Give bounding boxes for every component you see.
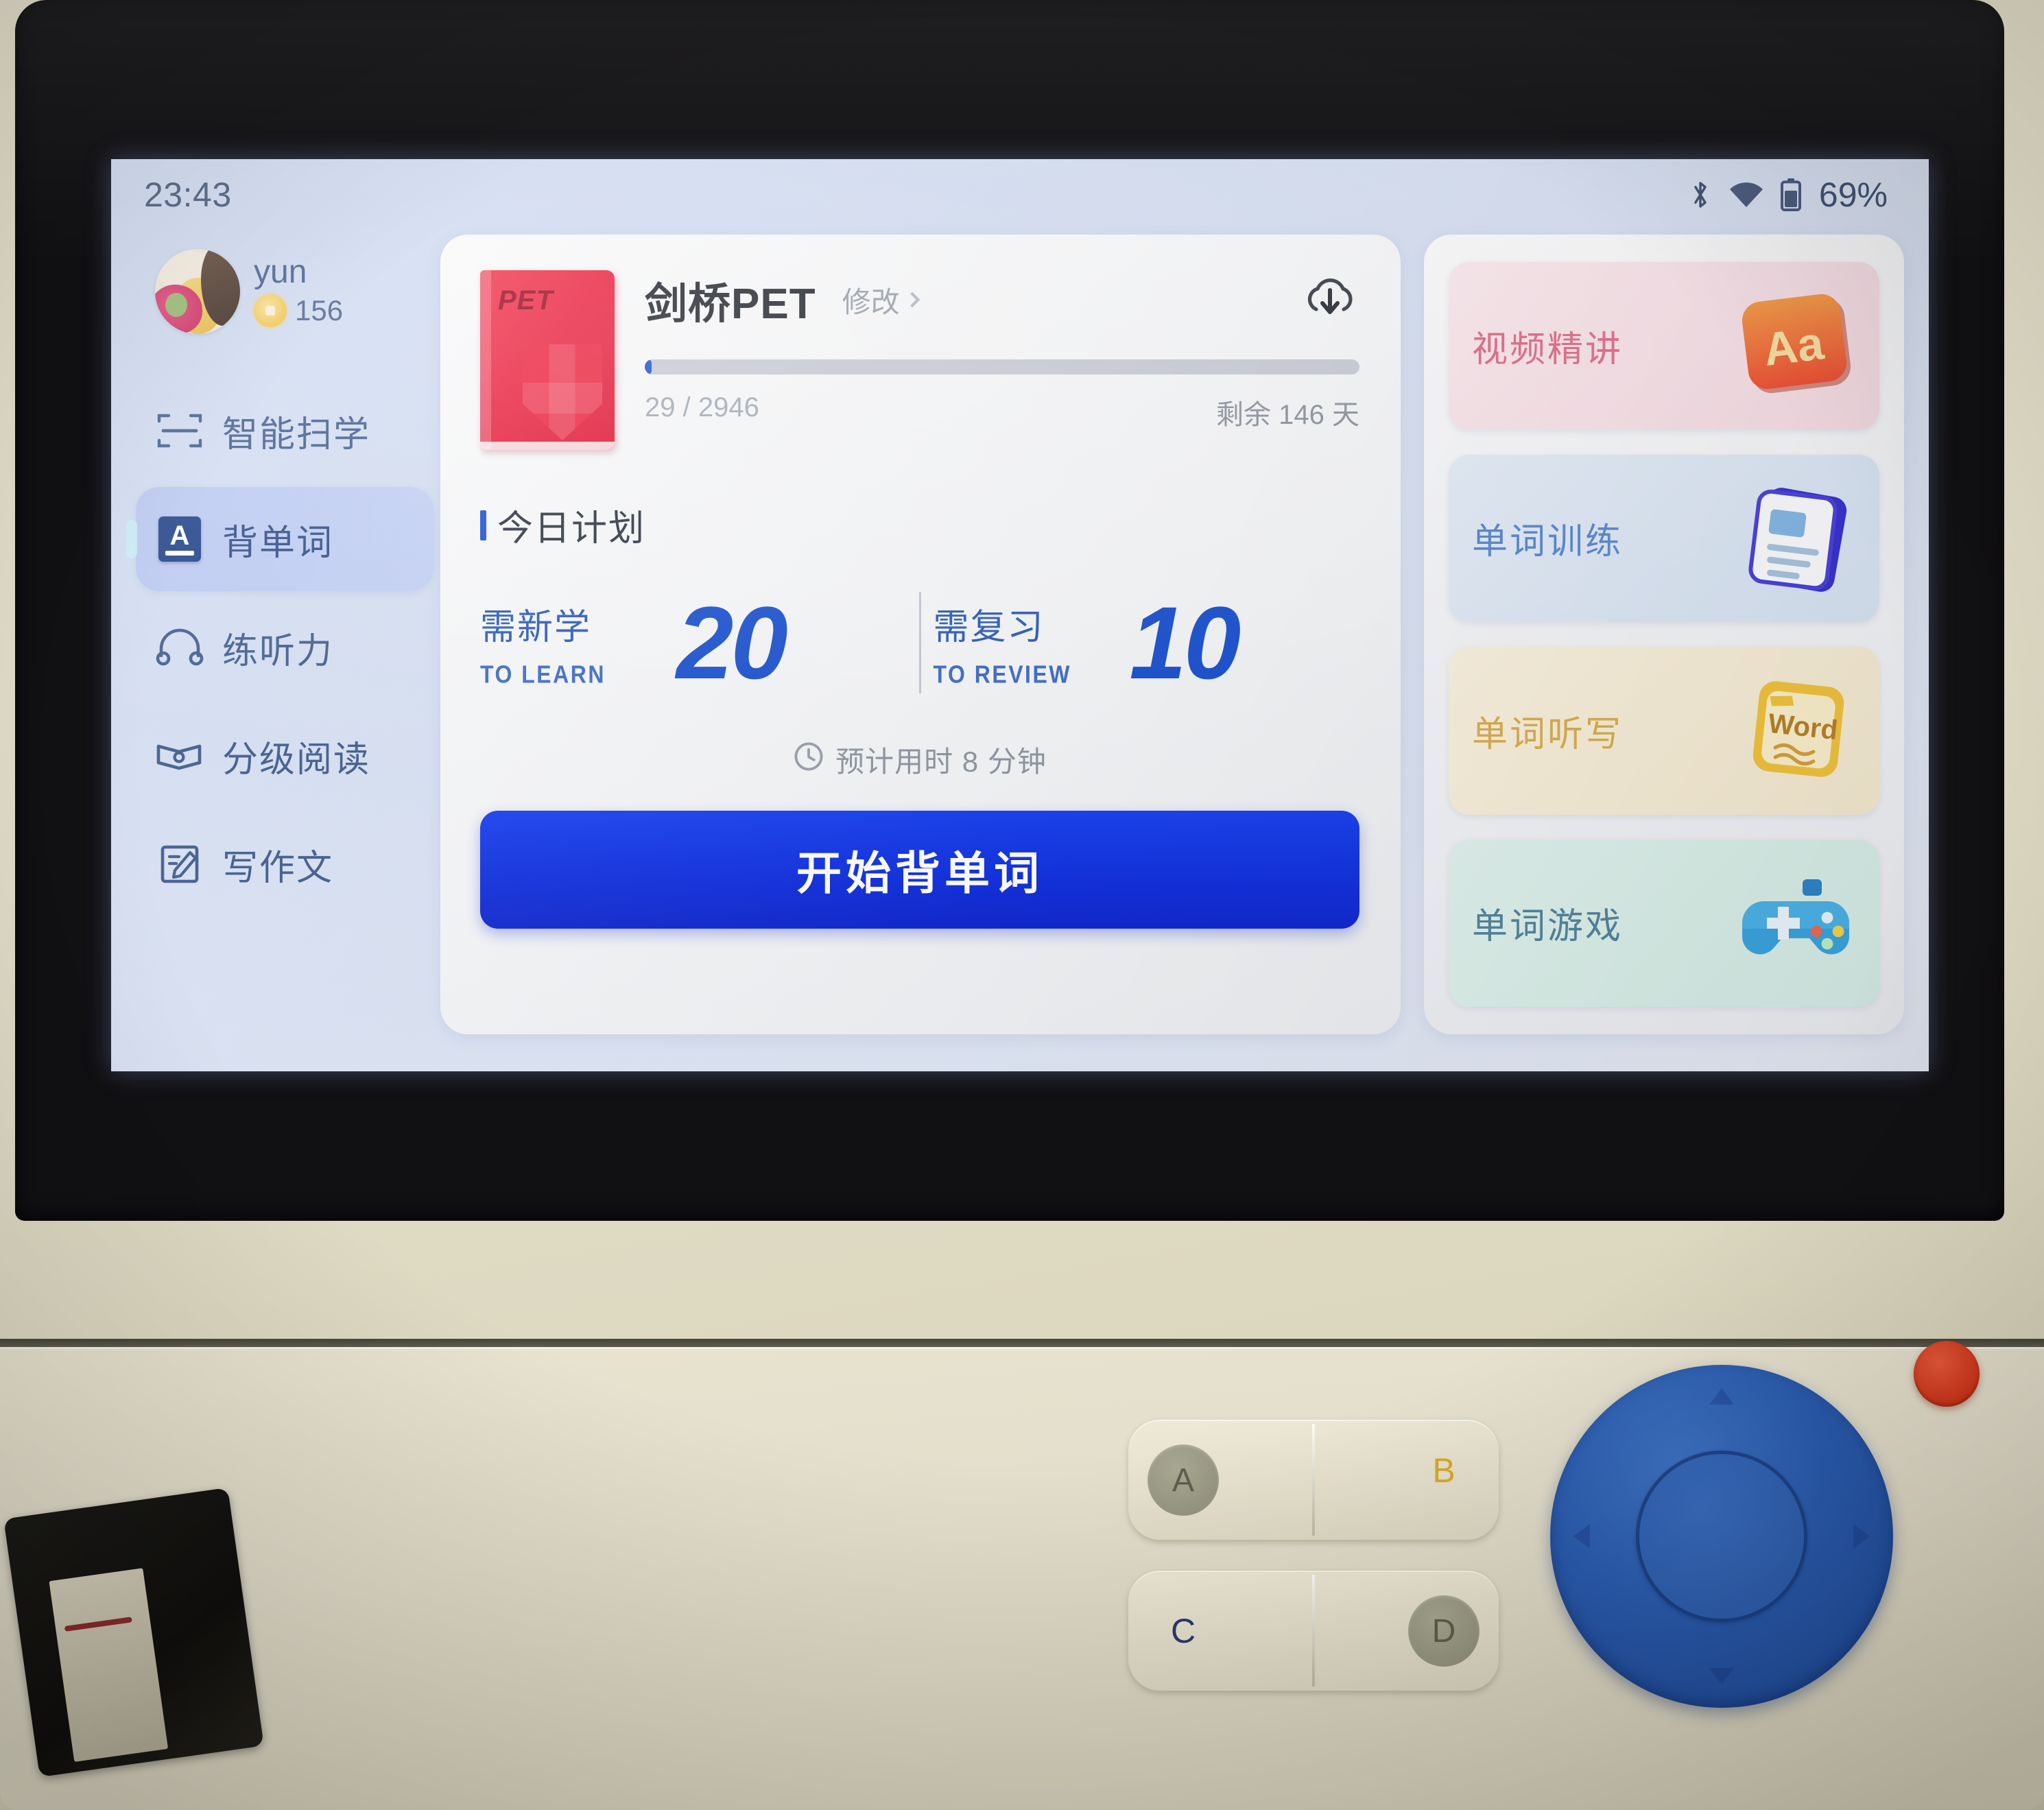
estimated-time: 预计用时 8 分钟	[480, 739, 1359, 781]
crest-icon	[523, 344, 602, 440]
status-clock: 23:43	[144, 176, 232, 214]
aa-letters-icon: Aa	[1731, 291, 1862, 401]
clock-icon	[793, 741, 824, 779]
wifi-icon	[1727, 180, 1766, 210]
app-body: yun 156 智能扫学 A 背单词 练听力 分级阅读 写作文 PET 剑桥PE…	[111, 230, 1929, 1071]
progress-track[interactable]	[645, 359, 1359, 374]
hardware-key-b[interactable]: B	[1408, 1435, 1479, 1506]
sidebar-item-listening[interactable]: 练听力	[136, 595, 433, 700]
status-icons: 69%	[1689, 175, 1888, 215]
progress-count: 29 / 2946	[645, 392, 759, 422]
hardware-key-d[interactable]: D	[1408, 1595, 1479, 1667]
key-row-cd[interactable]: C D	[1128, 1571, 1499, 1691]
to-learn-label-cn: 需新学	[480, 608, 592, 647]
sidebar-item-vocabulary[interactable]: A 背单词	[136, 487, 433, 591]
screen-bezel: 23:43 69% yun 156 智能扫学 A 背单词 练听力 分级阅读 写作…	[15, 0, 2004, 1221]
edit-book-link[interactable]: 修改	[842, 279, 920, 321]
quick-card-label: 单词游戏	[1472, 907, 1624, 947]
quick-card-word-training[interactable]: 单词训练	[1449, 454, 1879, 622]
start-button-label: 开始背单词	[796, 848, 1043, 898]
sidebar-item-label: 背单词	[222, 523, 334, 563]
key-label-b: B	[1432, 1451, 1455, 1490]
red-power-button[interactable]	[1914, 1341, 1980, 1407]
user-profile[interactable]: yun 156	[136, 240, 433, 343]
quick-card-label: 单词训练	[1472, 522, 1624, 562]
coin-icon	[254, 294, 287, 327]
quick-actions-panel: 视频精讲 Aa 单词训练 单词听写 Word 单词游戏	[1424, 235, 1904, 1034]
hardware-key-a[interactable]: A	[1148, 1444, 1219, 1516]
progress-days-left: 剩余 146 天	[1216, 400, 1359, 430]
today-plan-label: 今日计划	[497, 509, 646, 549]
dpad-center-button[interactable]	[1636, 1451, 1807, 1622]
to-learn-value: 20	[676, 585, 788, 700]
scanner-slot[interactable]	[3, 1487, 264, 1778]
sidebar-item-smart-scan[interactable]: 智能扫学	[136, 379, 433, 483]
to-review-value: 10	[1129, 585, 1241, 700]
key-label-c: C	[1170, 1612, 1196, 1650]
today-plan-title: 今日计划	[480, 499, 1359, 551]
key-label-a: A	[1172, 1462, 1194, 1499]
svg-text:Aa: Aa	[1761, 317, 1827, 376]
bluetooth-icon	[1689, 178, 1712, 212]
chevron-right-icon	[904, 291, 920, 308]
sidebar-item-writing[interactable]: 写作文	[136, 812, 433, 916]
quick-card-video-lesson[interactable]: 视频精讲 Aa	[1449, 262, 1879, 430]
page-title: 剑桥PET	[645, 281, 816, 328]
headphones-icon	[155, 628, 204, 667]
stat-divider	[918, 592, 921, 693]
battery-icon	[1780, 178, 1801, 211]
key-label-d: D	[1431, 1612, 1456, 1650]
sidebar-item-graded-reading[interactable]: 分级阅读	[136, 704, 433, 808]
status-bar: 23:43 69%	[111, 159, 1929, 230]
sidebar-item-label: 练听力	[222, 631, 334, 671]
hardware-key-c[interactable]: C	[1148, 1595, 1219, 1667]
lcd-screen: 23:43 69% yun 156 智能扫学 A 背单词 练听力 分级阅读 写作…	[111, 159, 1929, 1071]
cloud-download-icon[interactable]	[1300, 270, 1359, 329]
key-row-ab[interactable]: A B	[1128, 1420, 1499, 1540]
coin-balance[interactable]: 156	[254, 294, 343, 327]
study-device: 23:43 69% yun 156 智能扫学 A 背单词 练听力 分级阅读 写作…	[0, 0, 2044, 1810]
stat-to-learn: 需新学 TO LEARN 20	[480, 585, 907, 700]
gamepad-icon	[1731, 868, 1862, 978]
vocabulary-main-card: PET 剑桥PET 修改 29 / 2946 剩余 146 天 今日计划 需新学…	[440, 235, 1401, 1034]
write-document-icon	[155, 843, 204, 885]
body-seam	[0, 1339, 2044, 1347]
to-learn-label-en: TO LEARN	[480, 660, 606, 689]
book-cover[interactable]: PET	[480, 270, 615, 450]
coin-count: 156	[295, 294, 344, 326]
sidebar-nav: 智能扫学 A 背单词 练听力 分级阅读 写作文	[136, 379, 433, 916]
today-plan-stats: 需新学 TO LEARN 20 需复习 TO REVIEW 10	[480, 574, 1359, 711]
start-vocabulary-button[interactable]: 开始背单词	[480, 811, 1359, 929]
quick-card-dictation[interactable]: 单词听写 Word	[1449, 647, 1879, 815]
quick-card-word-game[interactable]: 单词游戏	[1449, 839, 1879, 1007]
quick-card-label: 视频精讲	[1472, 329, 1624, 370]
word-notebook-icon: Word	[1731, 676, 1862, 785]
progress-fill	[645, 359, 652, 374]
battery-percent: 69%	[1818, 176, 1888, 214]
book-title-row: 剑桥PET 修改	[645, 270, 1359, 329]
to-review-label-cn: 需复习	[933, 608, 1045, 647]
book-cover-text: PET	[498, 285, 554, 315]
avatar[interactable]	[155, 249, 240, 334]
to-review-label-en: TO REVIEW	[933, 660, 1071, 689]
sidebar-item-label: 智能扫学	[222, 414, 371, 455]
book-header: PET 剑桥PET 修改 29 / 2946 剩余 146 天	[480, 270, 1359, 450]
vocabulary-book-icon: A	[155, 516, 204, 562]
sidebar: yun 156 智能扫学 A 背单词 练听力 分级阅读 写作文	[111, 235, 433, 1034]
flashcard-icon	[1731, 484, 1862, 593]
scan-icon	[155, 412, 204, 450]
stat-to-review: 需复习 TO REVIEW 10	[933, 585, 1360, 700]
edit-label: 修改	[842, 285, 900, 318]
user-name: yun	[254, 254, 307, 290]
book-icon-letter: A	[169, 520, 190, 551]
open-book-icon	[155, 737, 204, 775]
sidebar-item-label: 分级阅读	[222, 739, 371, 780]
sidebar-item-label: 写作文	[222, 848, 334, 888]
dpad-control[interactable]	[1550, 1365, 1893, 1708]
estimated-time-text: 预计用时 8 分钟	[835, 746, 1047, 778]
book-progress: 29 / 2946 剩余 146 天	[645, 359, 1359, 432]
quick-card-label: 单词听写	[1472, 714, 1624, 754]
